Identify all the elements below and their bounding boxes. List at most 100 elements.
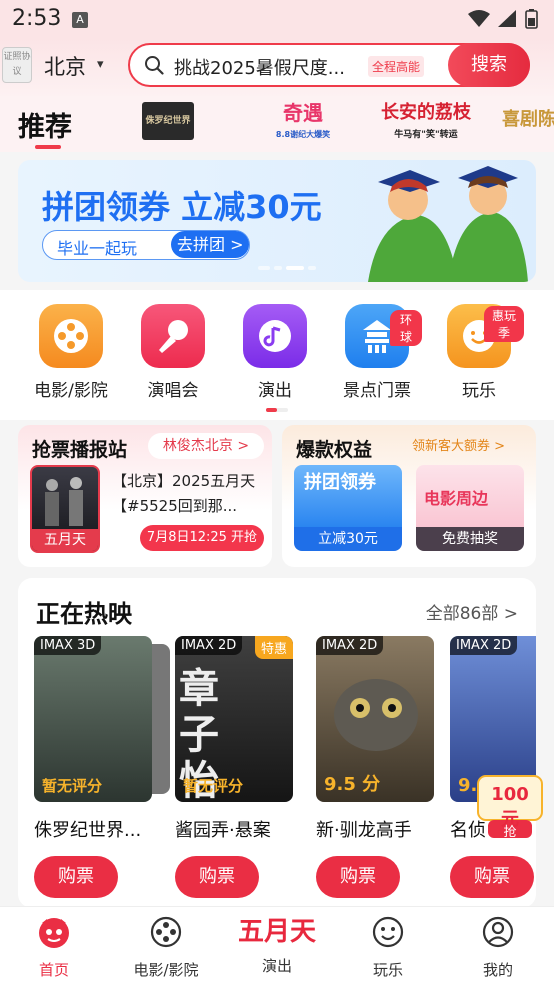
ticket-card-tag[interactable]: 林俊杰北京 >: [148, 433, 264, 459]
search-tag: 全程高能: [368, 56, 425, 77]
now-showing-title: 正在热映: [36, 600, 132, 628]
nav-label: 演出: [261, 957, 292, 975]
category-tag: 环球: [390, 310, 422, 346]
search-icon: [145, 56, 164, 75]
movie-card[interactable]: IMAX 3D 暂无评分 侏罗纪世界... 购票: [34, 636, 170, 898]
banner-pill-text: 毕业一起玩: [57, 239, 138, 258]
graduates-illustration: [368, 166, 528, 282]
movie-card[interactable]: 章子怡 IMAX 2D 特惠 暂无评分 酱园弄·悬案 购票: [175, 636, 295, 898]
category-label: 电影/影院: [34, 381, 108, 401]
promo-banner[interactable]: 拼团领券 立减30元 毕业一起玩 去拼团 >: [18, 160, 536, 282]
ticket-open-time: 7月8日12:25 开抢: [140, 525, 264, 551]
benefit-label: 立减30元: [294, 527, 402, 551]
user-icon: [482, 916, 514, 948]
logo-lychee-text: 长安的荔枝: [381, 102, 471, 123]
banner-dot: [308, 266, 316, 270]
category-label: 演唱会: [147, 381, 199, 401]
movie-poster[interactable]: IMAX 2D 9.5 分: [316, 636, 434, 802]
category-label: 景点门票: [343, 381, 411, 401]
signal-icon: [498, 10, 516, 27]
movie-poster[interactable]: 章子怡 IMAX 2D 特惠 暂无评分: [175, 636, 293, 802]
mayday-poster[interactable]: 五月天: [30, 465, 100, 553]
microphone-icon: [141, 304, 205, 368]
nav-label: 电影/影院: [133, 961, 199, 979]
format-badge: IMAX 2D: [450, 636, 518, 655]
poster-label: 五月天: [32, 529, 98, 551]
ticket-card-title: 抢票播报站: [32, 439, 128, 461]
movie-poster[interactable]: IMAX 3D 暂无评分: [34, 636, 152, 802]
nav-fun[interactable]: 玩乐: [338, 915, 438, 980]
ticket-broadcast-card[interactable]: 抢票播报站 林俊杰北京 > 五月天 【北京】2025五月天【#5525回到那..…: [18, 425, 272, 567]
search-bar[interactable]: 挑战2025暑假尺度... 全程高能 搜索: [128, 43, 530, 87]
banner-pill[interactable]: 毕业一起玩 去拼团 >: [42, 230, 250, 260]
banner-title: 拼团领券 立减30元: [42, 188, 322, 226]
format-badge: IMAX 2D: [316, 636, 384, 655]
benefits-card-tag[interactable]: 领新客大额券 >: [412, 435, 505, 454]
buy-ticket-button[interactable]: 购票: [316, 856, 400, 898]
ticket-description: 【北京】2025五月天【#5525回到那...: [112, 472, 256, 515]
logo-lychee-sub: 牛马有"笑"转运: [394, 130, 458, 140]
view-all-link[interactable]: 全部86部 >: [426, 599, 518, 624]
cat-face-icon: [39, 918, 69, 948]
band-silhouette: [45, 477, 83, 526]
movie-title: 新·驯龙高手: [316, 820, 412, 841]
nav-label: 首页: [38, 961, 69, 979]
category-tag: 惠玩季: [484, 306, 524, 342]
benefit-item-lottery[interactable]: 电影周边 免费抽奖: [416, 465, 524, 551]
category-fun[interactable]: 惠玩季 玩乐: [434, 304, 524, 401]
bottom-nav: 首页 电影/影院 五月天 演出 玩乐 我的: [0, 906, 554, 984]
benefits-card[interactable]: 爆款权益 领新客大额券 > 拼团领券 立减30元 电影周边 免费抽奖: [282, 425, 536, 567]
buy-ticket-button[interactable]: 购票: [175, 856, 259, 898]
film-reel-icon: [39, 304, 103, 368]
film-reel-icon: [150, 916, 182, 948]
category-label: 演出: [258, 381, 292, 401]
tab-logo-lychee[interactable]: 长安的荔枝牛马有"笑"转运: [380, 102, 472, 140]
caret-down-icon[interactable]: ▾: [97, 57, 104, 72]
category-grid: 电影/影院 演唱会 演出 环球 景点门票 惠玩季 玩乐: [0, 290, 554, 420]
buy-ticket-button[interactable]: 购票: [34, 856, 118, 898]
nav-movies[interactable]: 电影/影院: [116, 915, 216, 980]
benefit-image: 拼团领券: [294, 465, 402, 527]
wifi-icon: [468, 10, 490, 27]
category-movie[interactable]: 电影/影院: [26, 304, 116, 401]
format-badge: IMAX 2D: [175, 636, 243, 655]
notification-a-icon: A: [72, 12, 88, 28]
tab-recommend[interactable]: 推荐: [18, 105, 72, 144]
dragon-art: [334, 679, 418, 751]
nav-label: 我的: [482, 961, 513, 979]
license-badge[interactable]: 证照协议: [2, 47, 32, 83]
coupon-label: 抢: [503, 825, 517, 840]
group-buy-button[interactable]: 去拼团 >: [171, 231, 249, 258]
music-note-icon: [243, 304, 307, 368]
mayday-logo: 五月天: [237, 917, 316, 947]
category-attractions[interactable]: 环球 景点门票: [332, 304, 422, 401]
banner-dot: [274, 266, 282, 270]
logo-qiyu-sub: 8.8谢纪大爆笑: [275, 130, 331, 139]
tab-logo-jurassic[interactable]: 侏罗纪世界: [142, 102, 194, 140]
format-badge: IMAX 3D: [34, 636, 102, 655]
benefit-item-groupbuy[interactable]: 拼团领券 立减30元: [294, 465, 402, 551]
tab-logo-comedy[interactable]: 喜剧陈: [502, 102, 554, 140]
movie-title: 酱园弄·悬案: [175, 820, 271, 841]
city-selector[interactable]: 北京: [44, 51, 86, 81]
search-input[interactable]: 挑战2025暑假尺度...: [174, 54, 345, 80]
logo-comedy-text2: 陈: [538, 109, 554, 130]
tab-logo-qiyu[interactable]: 奇遇 8.8谢纪大爆笑: [272, 102, 334, 140]
now-showing-section: 正在热映 全部86部 > IMAX 3D 暂无评分 侏罗纪世界... 购票 章子…: [18, 578, 536, 908]
category-concert[interactable]: 演唱会: [128, 304, 218, 401]
status-time: 2:53: [12, 6, 62, 31]
smile-icon: [372, 916, 404, 948]
search-button[interactable]: 搜索: [448, 43, 530, 87]
movie-card[interactable]: IMAX 2D 9. 名侦 购票: [450, 636, 536, 898]
movie-card[interactable]: IMAX 2D 9.5 分 新·驯龙高手 购票: [316, 636, 436, 898]
benefit-label: 免费抽奖: [416, 527, 524, 551]
nav-home[interactable]: 首页: [4, 915, 104, 980]
movie-score: 暂无评分: [42, 777, 103, 795]
logo-comedy-text: 喜剧: [502, 109, 538, 130]
coupon-float[interactable]: 100元 抢: [474, 770, 546, 840]
buy-ticket-button[interactable]: 购票: [450, 856, 534, 898]
nav-profile[interactable]: 我的: [448, 915, 548, 980]
nav-label: 玩乐: [372, 961, 403, 979]
category-show[interactable]: 演出: [230, 304, 320, 401]
nav-shows[interactable]: 五月天 演出: [227, 915, 327, 976]
